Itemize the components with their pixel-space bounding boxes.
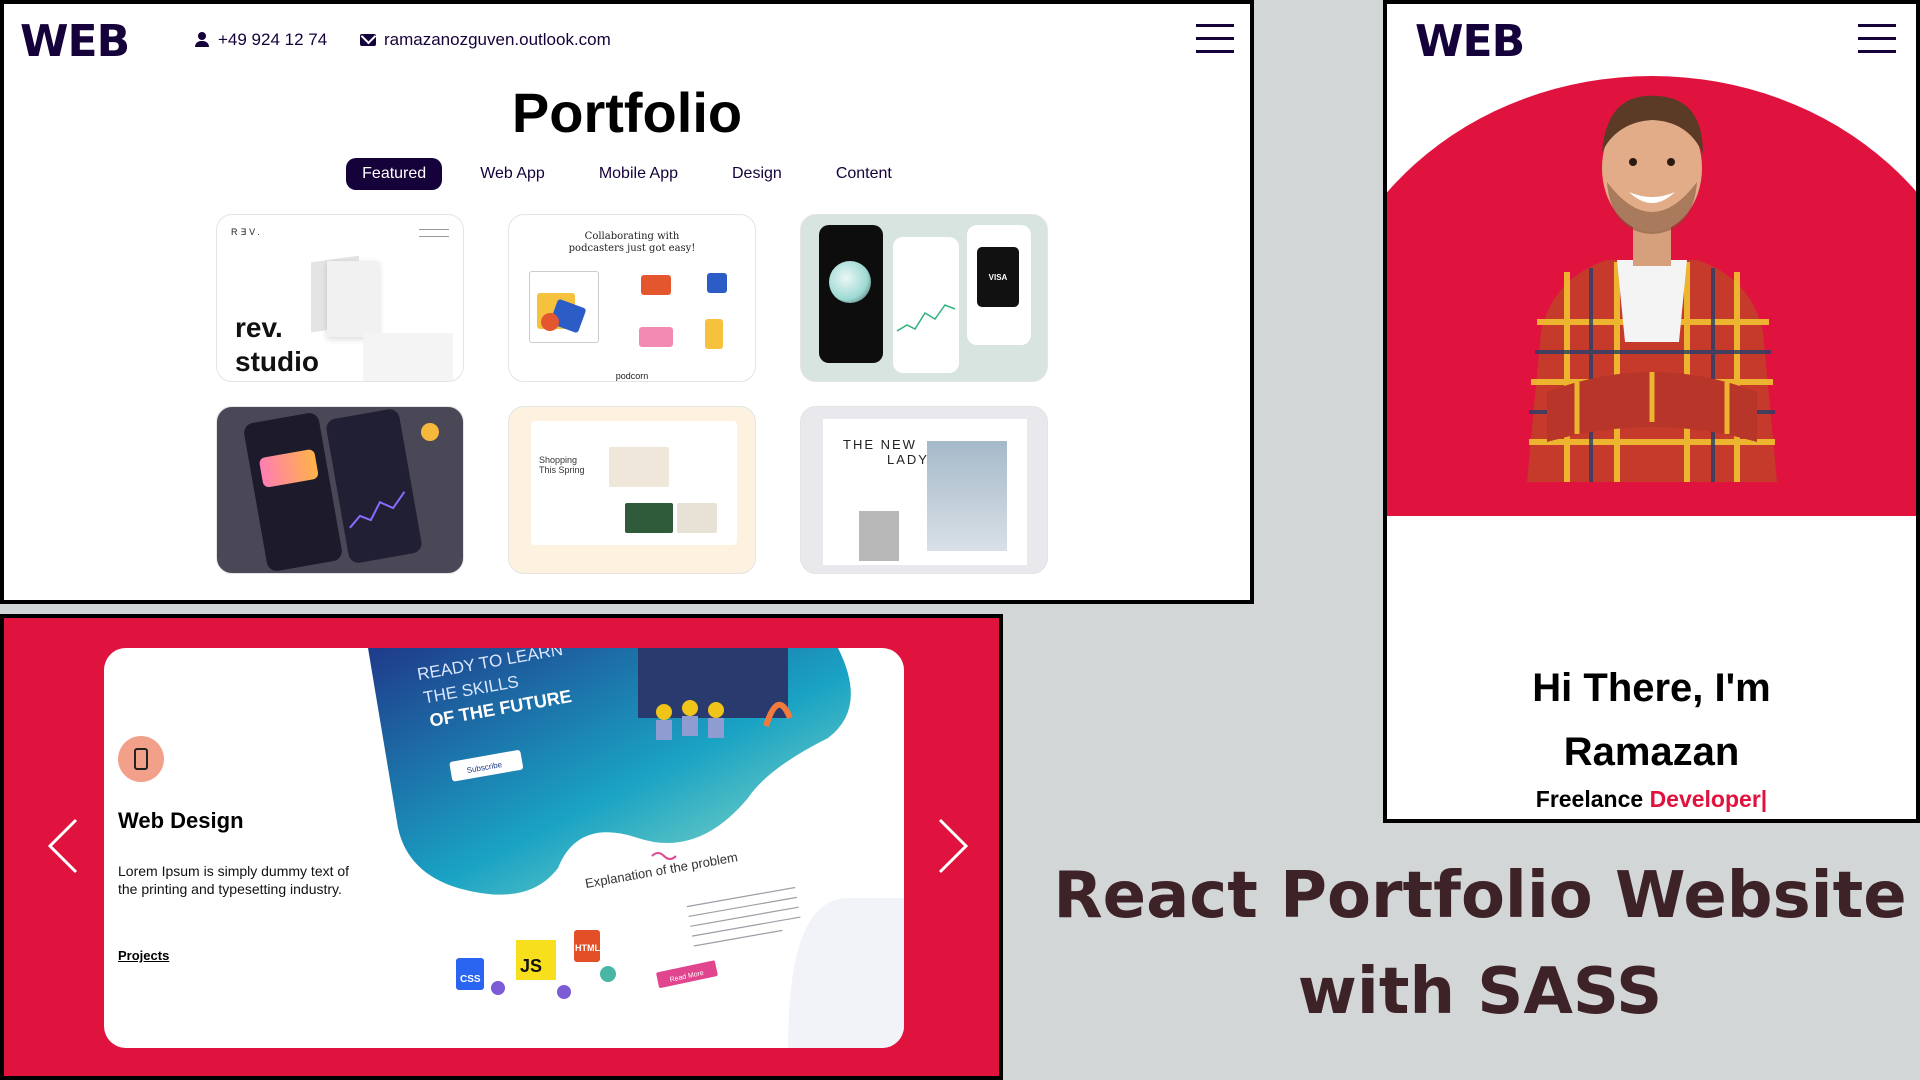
site-logo[interactable]: WEB — [1415, 16, 1525, 67]
card-footer: podcorn — [615, 371, 649, 381]
contact-email[interactable]: ramazanozguven.outlook.com — [360, 30, 611, 50]
phone-text: +49 924 12 74 — [218, 30, 328, 49]
tab-featured[interactable]: Featured — [346, 158, 443, 190]
phone-mockup: VISA — [967, 225, 1031, 345]
css-badge: CSS — [460, 974, 481, 985]
hero-role: Freelance Developer| — [1387, 786, 1916, 813]
portfolio-screenshot: WEB +49 924 12 74 ramazanozguven.outlook… — [0, 0, 1254, 604]
card-heading-line: Collaborating with — [584, 231, 680, 242]
coin-icon — [421, 423, 439, 441]
profile-photo — [1527, 95, 1777, 482]
illustration-shape — [541, 313, 559, 331]
tab-design[interactable]: Design — [716, 158, 798, 190]
product-image — [677, 503, 717, 533]
phone-mockup — [893, 237, 959, 373]
hero-greeting: Hi There, I'm Ramazan — [1387, 656, 1916, 784]
explanation-heading: Explanation of the problem — [584, 849, 739, 891]
illustration-shape — [707, 273, 727, 293]
portfolio-item-wallet-app[interactable]: VISA — [800, 214, 1048, 382]
projects-link[interactable]: Projects — [118, 948, 169, 963]
greeting-line: Hi There, I'm — [1532, 666, 1771, 710]
card-heading: Collaborating with podcasters just got e… — [509, 231, 755, 255]
card-title: rev. studio — [235, 311, 319, 379]
email-text: ramazanozguven.outlook.com — [384, 30, 611, 49]
card-title-line: studio — [235, 346, 319, 377]
phone-mockup — [819, 225, 883, 363]
chart-line-graphic — [349, 491, 406, 529]
slide-illustration: READY TO LEARN THE SKILLS OF THE FUTURE … — [368, 648, 904, 1048]
work-slide: Web Design Lorem Ipsum is simply dummy t… — [104, 648, 904, 1048]
greeting-name: Ramazan — [1563, 730, 1740, 774]
paper-shape — [363, 333, 453, 381]
landing-page-illustration: READY TO LEARN THE SKILLS OF THE FUTURE … — [368, 648, 904, 1048]
page-title: Portfolio — [511, 81, 743, 144]
tab-web-app[interactable]: Web App — [464, 158, 561, 190]
visa-card: VISA — [977, 247, 1019, 307]
chevron-left-icon — [47, 818, 78, 874]
card-title-line: THE NEW — [843, 437, 917, 452]
product-image — [609, 447, 669, 487]
portfolio-item-podcorn[interactable]: Collaborating with podcasters just got e… — [508, 214, 756, 382]
card-heading-line: podcasters just got easy! — [568, 243, 696, 254]
tab-mobile-app[interactable]: Mobile App — [583, 158, 694, 190]
tab-content[interactable]: Content — [820, 158, 908, 190]
portfolio-item-shopping[interactable]: Shopping This Spring — [508, 406, 756, 574]
js-badge: JS — [520, 956, 542, 976]
card-title-line: LADY — [887, 452, 929, 467]
fashion-photo — [927, 441, 1007, 551]
html-badge: HTML — [575, 943, 600, 953]
profile-screenshot: WEB Hi There, I'm Ramazan Freelance Deve… — [1383, 0, 1920, 823]
card-menu-lines — [419, 229, 449, 237]
illustration-shape — [641, 275, 671, 295]
card-title-line: rev. — [235, 312, 283, 343]
contact-phone[interactable]: +49 924 12 74 — [194, 30, 327, 50]
site-logo[interactable]: WEB — [20, 16, 130, 67]
menu-hamburger-icon[interactable] — [1858, 24, 1896, 54]
illustration-shape — [705, 319, 723, 349]
card-text-line: Shopping — [539, 455, 578, 465]
gradient-card — [258, 448, 320, 488]
portfolio-grid: R∃V. rev. studio Collaborating with podc… — [216, 214, 1048, 574]
illustration-shape — [639, 327, 673, 347]
role-prefix: Freelance — [1535, 786, 1644, 812]
menu-hamburger-icon[interactable] — [1196, 24, 1234, 54]
card-brand: R∃V. — [231, 227, 263, 237]
caption-line: React Portfolio Website — [1053, 859, 1907, 933]
card-text: Shopping This Spring — [539, 455, 585, 475]
chevron-right-icon — [938, 818, 969, 874]
person-icon — [194, 32, 210, 48]
orb-graphic — [829, 261, 871, 303]
portfolio-item-new-lady[interactable]: THE NEW LADY — [800, 406, 1048, 574]
slider-next-arrow[interactable] — [930, 816, 974, 876]
fashion-photo — [859, 511, 899, 561]
mobile-icon — [118, 736, 164, 782]
portfolio-item-crypto-app[interactable] — [216, 406, 464, 574]
paper-shape — [327, 261, 379, 337]
portfolio-item-rev-studio[interactable]: R∃V. rev. studio — [216, 214, 464, 382]
role-accent: Developer| — [1649, 786, 1768, 812]
mail-icon — [360, 34, 376, 46]
slider-prev-arrow[interactable] — [42, 816, 86, 876]
card-text-line: This Spring — [539, 465, 585, 475]
works-slider-screenshot: Web Design Lorem Ipsum is simply dummy t… — [0, 614, 1003, 1080]
slide-description: Lorem Ipsum is simply dummy text of the … — [118, 863, 350, 897]
product-image — [625, 503, 673, 533]
chart-line-graphic — [896, 304, 956, 332]
filter-tabs: Featured Web App Mobile App Design Conte… — [4, 158, 1250, 190]
thumbnail-caption: React Portfolio Website with SASS — [1040, 848, 1920, 1040]
caption-line: with SASS — [1297, 955, 1663, 1029]
card-title: THE NEW LADY — [843, 437, 929, 467]
slide-title: Web Design — [118, 808, 244, 833]
